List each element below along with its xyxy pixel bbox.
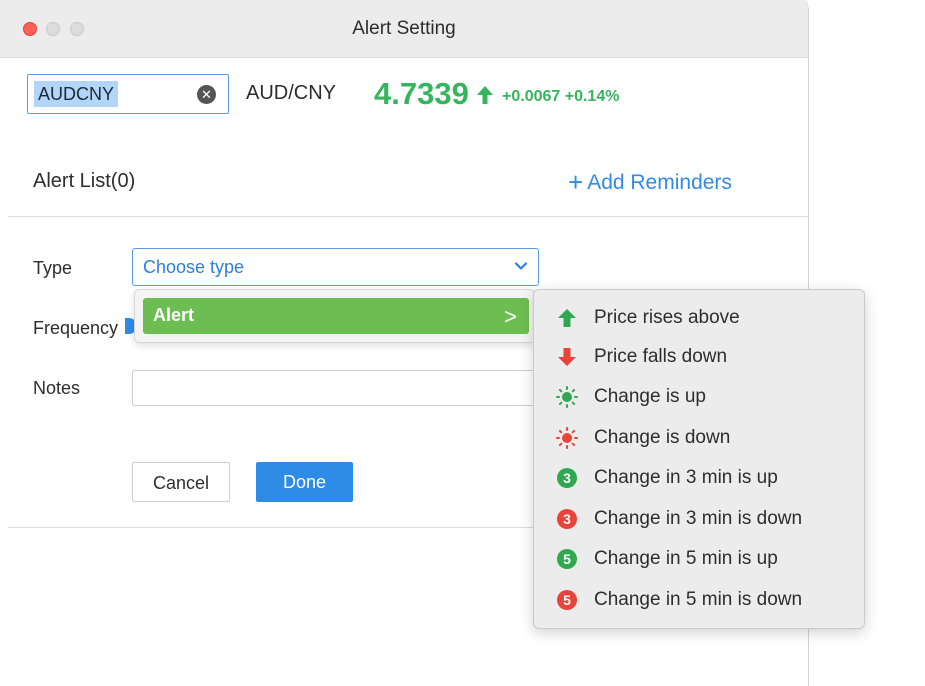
submenu-item-change-3min-up[interactable]: 3 Change in 3 min is up [556,465,856,493]
cancel-button[interactable]: Cancel [132,462,230,502]
five-min-down-icon: 5 [557,590,577,610]
submenu-item-change-5min-down[interactable]: 5 Change in 5 min is down [556,587,856,615]
sun-up-icon [556,386,578,408]
svg-text:5: 5 [563,592,571,608]
sun-down-icon [556,427,578,449]
submenu-item-price-falls-down[interactable]: Price falls down [556,344,856,372]
symbol-input-value: AUDCNY [34,81,119,107]
submenu-item-label: Price falls down [594,346,728,367]
divider [8,216,808,217]
submenu-item-label: Change is down [594,427,731,448]
submenu-item-change-is-up[interactable]: Change is up [556,384,856,412]
frequency-label: Frequency [33,318,119,338]
submenu-item-label: Price rises above [594,307,740,328]
add-reminders-button[interactable]: + Add Reminders [568,165,732,197]
plus-icon: + [568,167,584,197]
menu-item-alert[interactable]: Alert > [143,298,529,334]
svg-text:3: 3 [563,511,571,527]
type-dropdown-menu: Alert > [134,289,535,343]
submenu-item-label: Change in 3 min is down [594,508,803,529]
title-bar: Alert Setting [0,0,808,58]
chevron-down-icon [514,262,528,270]
three-min-down-icon: 3 [557,509,577,529]
chevron-right-icon: > [504,304,517,329]
svg-text:5: 5 [563,551,571,567]
submenu-item-change-is-down[interactable]: Change is down [556,425,856,453]
alert-list-title: Alert List(0) [33,170,136,192]
price-change: +0.0067 +0.14% [502,88,620,105]
current-price: 4.7339 [374,76,469,111]
done-button[interactable]: Done [256,462,353,502]
submenu-item-label: Change in 5 min is up [594,548,778,569]
arrow-up-icon [558,309,576,327]
submenu-item-price-rises-above[interactable]: Price rises above [556,305,856,333]
type-select-placeholder: Choose type [143,257,245,277]
add-reminders-label: Add Reminders [587,171,732,194]
currency-pair-name: AUD/CNY [246,82,337,104]
clear-icon[interactable]: ✕ [197,85,216,104]
submenu-item-change-5min-up[interactable]: 5 Change in 5 min is up [556,546,856,574]
notes-input[interactable] [132,370,539,406]
submenu-item-label: Change is up [594,386,706,407]
svg-text:3: 3 [563,470,571,486]
symbol-search-input[interactable]: AUDCNY ✕ [27,74,229,114]
alert-submenu: Price rises above Price falls down Chang… [533,289,865,629]
type-label: Type [33,258,73,278]
window-title: Alert Setting [352,18,456,39]
submenu-item-label: Change in 5 min is down [594,589,803,610]
three-min-up-icon: 3 [557,468,577,488]
submenu-item-change-3min-down[interactable]: 3 Change in 3 min is down [556,506,856,534]
submenu-item-label: Change in 3 min is up [594,467,778,488]
menu-item-alert-label: Alert [153,305,195,325]
notes-label: Notes [33,378,81,398]
five-min-up-icon: 5 [557,549,577,569]
arrow-down-icon [558,348,576,366]
arrow-up-icon [477,86,493,104]
type-select[interactable]: Choose type [132,248,539,286]
